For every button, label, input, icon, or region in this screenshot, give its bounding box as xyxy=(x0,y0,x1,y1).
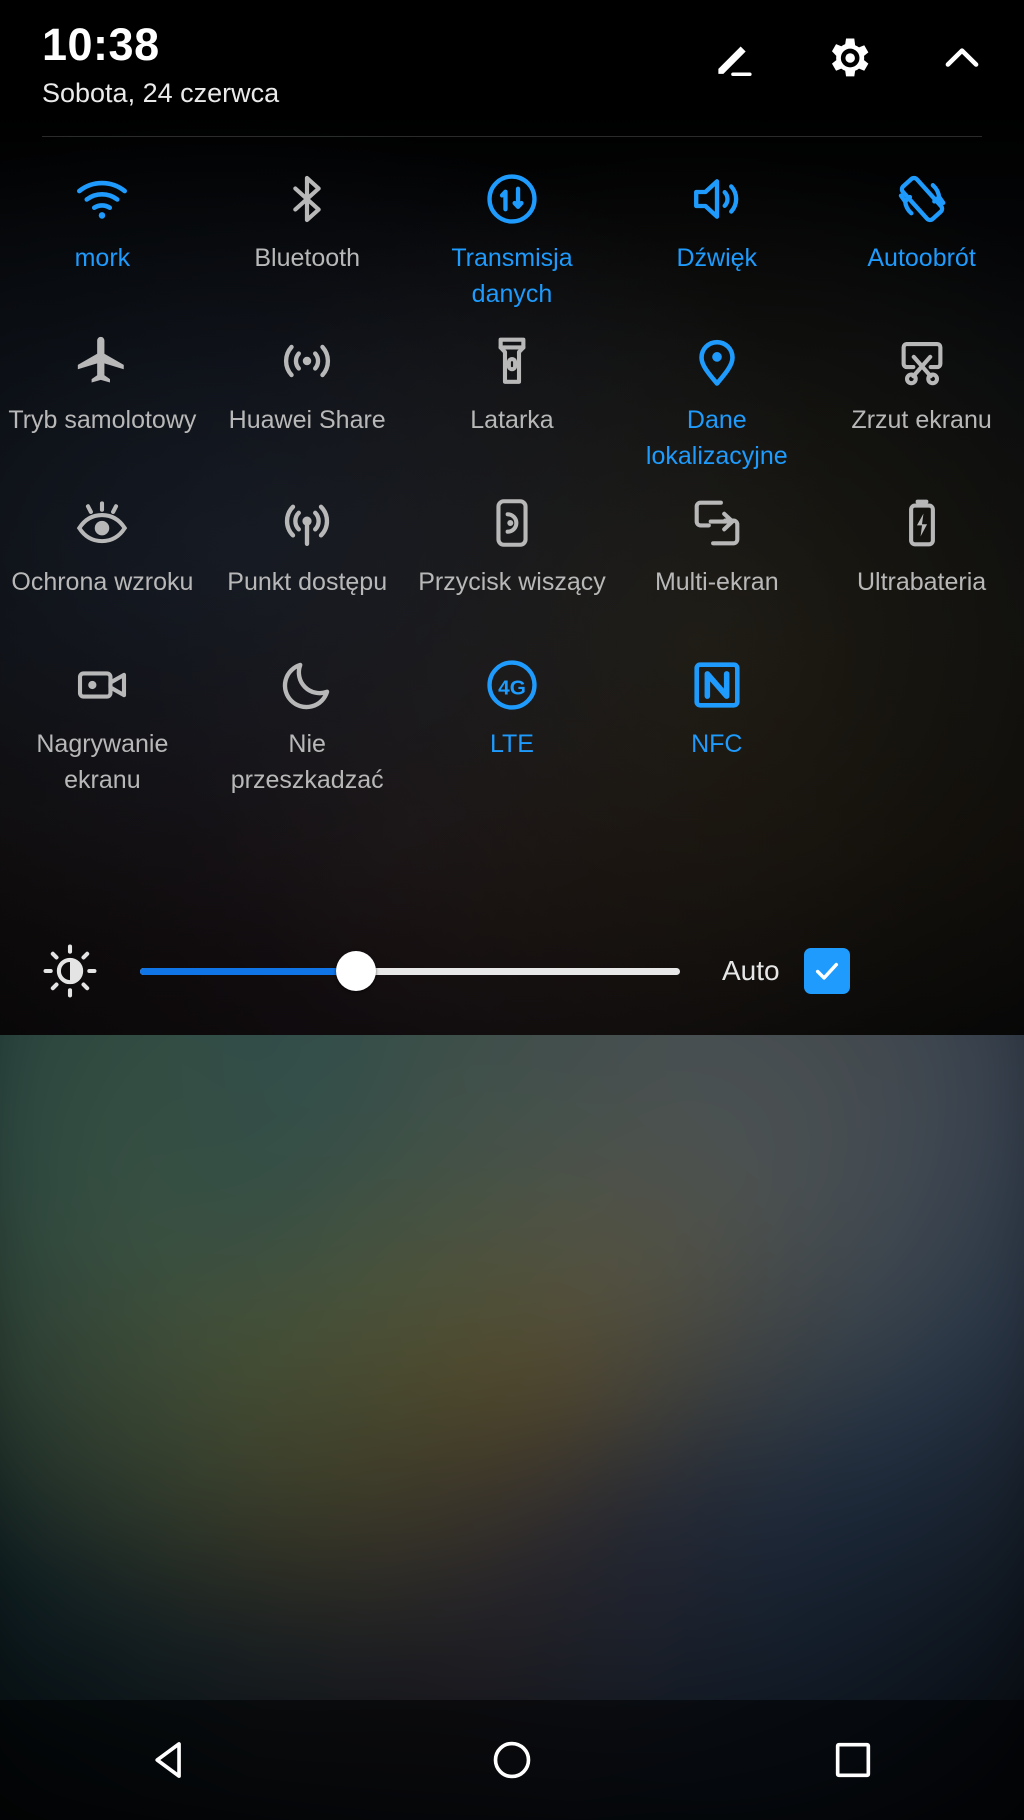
tile-sound[interactable]: Dźwięk xyxy=(614,150,819,312)
screen-record-icon xyxy=(73,654,131,716)
tile-floating-button[interactable]: Przycisk wiszący xyxy=(410,474,615,636)
home-button[interactable] xyxy=(452,1700,572,1820)
svg-text:4G: 4G xyxy=(498,676,526,699)
flashlight-icon xyxy=(483,330,541,392)
tile-screenshot[interactable]: Zrzut ekranu xyxy=(819,312,1024,474)
tile-label: Latarka xyxy=(470,406,554,434)
tile-label: Bluetooth xyxy=(254,244,360,272)
tile-eye-comfort[interactable]: Ochrona wzroku xyxy=(0,474,205,636)
sound-icon xyxy=(688,168,746,230)
huawei-share-icon xyxy=(278,330,336,392)
tile-ultra-battery[interactable]: Ultrabateria xyxy=(819,474,1024,636)
tile-label: Multi-ekran xyxy=(654,568,779,596)
location-pin-icon xyxy=(688,330,746,392)
quick-settings-panel: 10:38 Sobota, 24 czerwca mork Bluetooth … xyxy=(0,0,1024,1035)
brightness-row: Auto xyxy=(0,925,1024,1017)
tile-label: Transmisja danych xyxy=(451,244,573,308)
tile-hotspot[interactable]: Punkt dostępu xyxy=(205,474,410,636)
tile-bluetooth[interactable]: Bluetooth xyxy=(205,150,410,312)
mobile-data-icon xyxy=(483,168,541,230)
tile-label: Huawei Share xyxy=(228,406,386,434)
tile-screen-record[interactable]: Nagrywanie ekranu xyxy=(0,636,205,798)
tile-multi-screen[interactable]: Multi-ekran xyxy=(614,474,819,636)
wifi-icon xyxy=(73,168,131,230)
date-text: Sobota, 24 czerwca xyxy=(42,78,280,108)
bluetooth-icon xyxy=(279,168,335,230)
quick-settings-tile-grid: mork Bluetooth Transmisja danych Dźwięk … xyxy=(0,150,1024,798)
floating-button-icon xyxy=(483,492,541,554)
auto-brightness-label: Auto xyxy=(722,955,780,986)
tile-label: Zrzut ekranu xyxy=(851,406,992,434)
phone-screen: 10:38 Sobota, 24 czerwca mork Bluetooth … xyxy=(0,0,1024,1820)
lte-4g-icon: 4G xyxy=(483,654,541,716)
tile-huawei-share[interactable]: Huawei Share xyxy=(205,312,410,474)
multi-screen-icon xyxy=(688,492,746,554)
hotspot-icon xyxy=(278,492,336,554)
tile-label: Tryb samolotowy xyxy=(8,406,197,434)
tile-placeholder-empty xyxy=(819,636,1024,798)
tile-label: Punkt dostępu xyxy=(227,568,388,596)
auto-rotate-icon xyxy=(893,168,951,230)
slider-fill xyxy=(140,967,356,975)
eye-comfort-icon xyxy=(73,492,131,554)
do-not-disturb-icon xyxy=(278,654,336,716)
tile-mobile-data[interactable]: Transmisja danych xyxy=(410,150,615,312)
tile-label: Przycisk wiszący xyxy=(418,568,606,596)
recents-button[interactable] xyxy=(793,1700,913,1820)
tile-wifi[interactable]: mork xyxy=(0,150,205,312)
slider-thumb[interactable] xyxy=(336,951,376,991)
clock-date-block: 10:38 Sobota, 24 czerwca xyxy=(42,20,279,113)
tile-label: Dźwięk xyxy=(676,244,758,272)
tile-label: mork xyxy=(74,244,131,272)
auto-brightness-toggle[interactable]: Auto xyxy=(722,948,850,994)
ultra-battery-icon xyxy=(893,492,951,554)
tile-label: Autoobrót xyxy=(867,244,976,272)
auto-brightness-checkbox[interactable] xyxy=(803,948,850,994)
airplane-icon xyxy=(73,330,131,392)
nfc-icon xyxy=(688,654,746,716)
tile-auto-rotate[interactable]: Autoobrót xyxy=(819,150,1024,312)
tile-label: Ultrabateria xyxy=(856,568,987,596)
clock-text: 10:38 xyxy=(42,19,160,70)
quick-settings-header: 10:38 Sobota, 24 czerwca xyxy=(0,0,1024,138)
tile-flashlight[interactable]: Latarka xyxy=(410,312,615,474)
screenshot-icon xyxy=(893,330,951,392)
navigation-bar xyxy=(0,1700,1024,1820)
tile-location[interactable]: Dane lokalizacyjne xyxy=(614,312,819,474)
brightness-icon xyxy=(0,942,140,1000)
tile-label: LTE xyxy=(489,730,534,758)
tile-lte[interactable]: 4G LTE xyxy=(410,636,615,798)
header-action-group xyxy=(708,32,988,84)
tile-nfc[interactable]: NFC xyxy=(614,636,819,798)
brightness-slider[interactable] xyxy=(140,950,680,992)
tile-label: NFC xyxy=(691,730,743,758)
tile-label: Nagrywanie ekranu xyxy=(36,730,169,794)
tile-do-not-disturb[interactable]: Nie przeszkadzać xyxy=(205,636,410,798)
back-button[interactable] xyxy=(111,1700,231,1820)
tile-label: Nie przeszkadzać xyxy=(230,730,384,794)
tile-label: Ochrona wzroku xyxy=(11,568,194,596)
tile-label: Dane lokalizacyjne xyxy=(645,406,788,470)
settings-icon[interactable] xyxy=(822,32,874,84)
tile-airplane-mode[interactable]: Tryb samolotowy xyxy=(0,312,205,474)
collapse-icon[interactable] xyxy=(936,32,988,84)
edit-icon[interactable] xyxy=(708,32,760,84)
header-divider xyxy=(42,136,982,137)
